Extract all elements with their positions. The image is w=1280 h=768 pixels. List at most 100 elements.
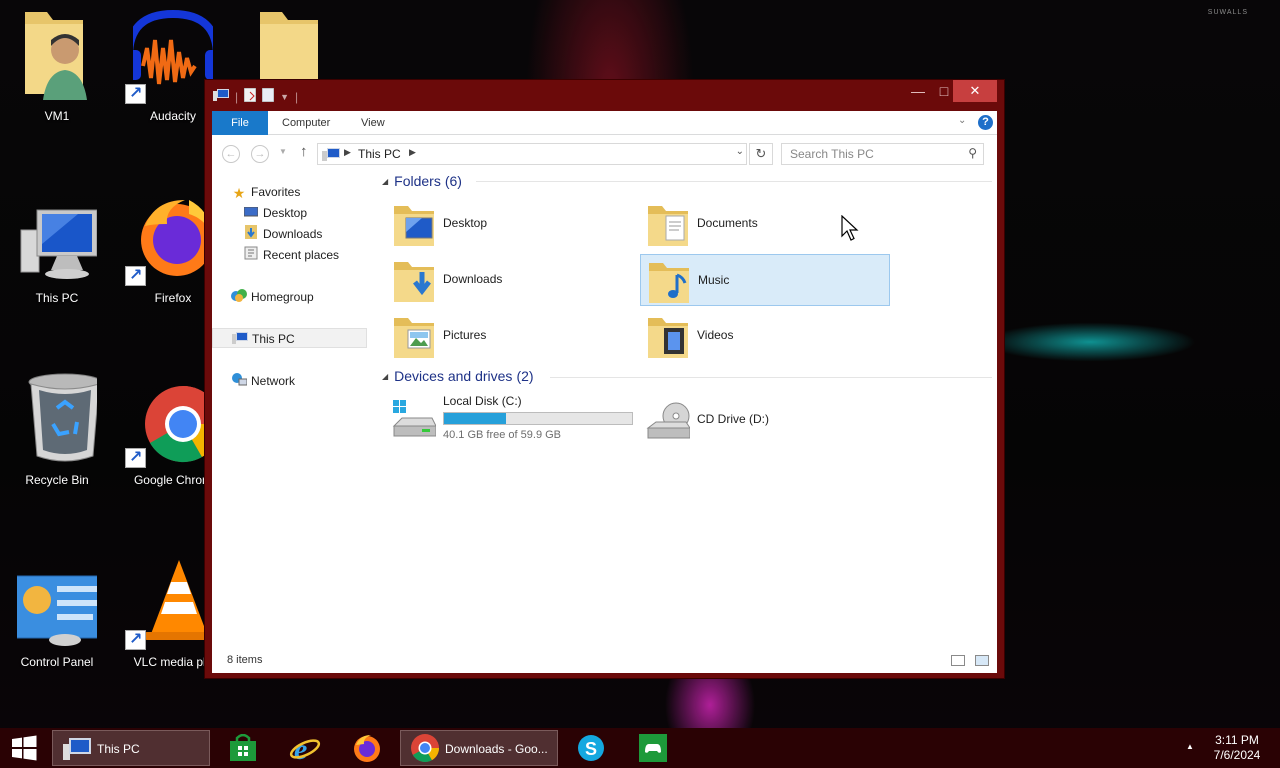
documents-folder-icon bbox=[648, 206, 688, 246]
folder-label: Documents bbox=[697, 216, 758, 230]
folder-tile-music[interactable]: Music bbox=[640, 254, 890, 306]
desktop-folder-icon bbox=[394, 206, 434, 246]
navigation-pane: ★ Favorites Desktop Downloads Recent plac… bbox=[212, 171, 372, 649]
firefox-icon bbox=[354, 735, 380, 762]
quick-access-separator: | bbox=[295, 89, 299, 104]
drive-label: Local Disk (C:) bbox=[443, 394, 522, 408]
taskbar-button-skype[interactable]: S bbox=[566, 730, 616, 766]
recent-locations-dropdown[interactable]: ▼ bbox=[279, 147, 287, 156]
svg-text:S: S bbox=[585, 739, 597, 759]
address-bar[interactable]: ▶ This PC ▶ ⌄ bbox=[317, 143, 747, 165]
nav-item-this-pc[interactable]: This PC bbox=[212, 328, 367, 348]
address-dropdown-icon[interactable]: ⌄ bbox=[736, 146, 744, 157]
refresh-button[interactable]: ↻ bbox=[749, 143, 773, 165]
group-divider bbox=[550, 377, 992, 378]
item-count: 8 items bbox=[227, 654, 263, 666]
desktop-icon-label: VM1 bbox=[44, 109, 70, 123]
properties-icon[interactable] bbox=[243, 87, 257, 105]
drive-usage-bar bbox=[443, 412, 633, 425]
address-pc-icon bbox=[322, 148, 340, 164]
search-input[interactable] bbox=[783, 145, 958, 163]
start-button[interactable] bbox=[0, 728, 48, 768]
drive-tile-cd-drive-d[interactable]: CD Drive (D:) bbox=[640, 394, 890, 446]
taskbar-button-this-pc[interactable]: This PC bbox=[52, 730, 210, 766]
folder-label: Videos bbox=[697, 328, 734, 342]
customize-dropdown-icon[interactable]: ▼ bbox=[280, 92, 289, 102]
downloads-folder-icon bbox=[394, 262, 434, 302]
desktop-icon-label: Control Panel bbox=[20, 655, 94, 669]
close-button[interactable]: ✕ bbox=[953, 80, 997, 102]
up-button[interactable]: ↑ bbox=[300, 143, 308, 160]
nav-item-favorites[interactable]: ★ Favorites bbox=[231, 182, 301, 202]
breadcrumb-chevron-icon[interactable]: ▶ bbox=[344, 147, 351, 158]
new-folder-icon[interactable] bbox=[261, 87, 275, 105]
collapse-triangle-icon[interactable]: ◢ bbox=[382, 372, 388, 381]
group-divider bbox=[476, 181, 992, 182]
nav-item-homegroup[interactable]: Homegroup bbox=[231, 287, 314, 307]
ribbon-tabs: File Computer View ⌄ ? bbox=[212, 111, 997, 135]
tab-view[interactable]: View bbox=[361, 111, 385, 135]
internet-explorer-icon: e bbox=[289, 733, 321, 764]
videos-folder-icon bbox=[648, 318, 688, 358]
shortcut-arrow-icon bbox=[125, 265, 146, 286]
taskbar-button-internet-explorer[interactable]: e bbox=[280, 730, 330, 766]
folder-label: Desktop bbox=[443, 216, 488, 230]
folders-group-header[interactable]: ◢ Folders (6) bbox=[382, 171, 462, 191]
desktop-icon-control-panel[interactable]: Control Panel bbox=[7, 546, 107, 669]
search-icon: ⚲ bbox=[968, 146, 977, 160]
desktop-icon bbox=[243, 204, 259, 224]
nav-item-recent-places[interactable]: Recent places bbox=[243, 245, 339, 265]
nav-item-network[interactable]: Network bbox=[231, 371, 295, 391]
recent-places-icon bbox=[243, 246, 259, 266]
nav-item-downloads[interactable]: Downloads bbox=[243, 224, 322, 244]
folder-tile-pictures[interactable]: Pictures bbox=[386, 310, 636, 362]
star-icon: ★ bbox=[232, 184, 246, 201]
folder-label: Downloads bbox=[443, 272, 503, 286]
taskbar-button-store[interactable] bbox=[218, 730, 268, 766]
taskbar-clock[interactable]: 3:11 PM 7/6/2024 bbox=[1200, 733, 1274, 763]
skype-icon: S bbox=[578, 735, 604, 761]
pictures-folder-icon bbox=[394, 318, 434, 358]
folder-tile-desktop[interactable]: Desktop bbox=[386, 198, 636, 250]
show-hidden-icons-button[interactable]: ▲ bbox=[1186, 742, 1194, 751]
content-pane: ◢ Folders (6) Desktop Documents Downloads … bbox=[372, 171, 997, 649]
title-bar[interactable]: | ▼ | — □ ✕ bbox=[205, 80, 1004, 110]
taskbar-button-label: This PC bbox=[97, 742, 140, 756]
xbox-icon bbox=[639, 734, 667, 762]
recycle-bin-icon bbox=[28, 373, 97, 462]
search-box[interactable]: ⚲ bbox=[781, 143, 984, 165]
large-icons-view-button[interactable] bbox=[975, 655, 989, 666]
explorer-window[interactable]: | ▼ | — □ ✕ File Computer View ⌄ ? ← → ▼… bbox=[204, 79, 1005, 679]
breadcrumb-this-pc[interactable]: This PC bbox=[358, 147, 401, 161]
taskbar-button-chrome-downloads[interactable]: Downloads - Goo... bbox=[400, 730, 558, 766]
folder-tile-videos[interactable]: Videos bbox=[640, 310, 890, 362]
back-button[interactable]: ← bbox=[222, 145, 240, 163]
tab-file[interactable]: File bbox=[212, 111, 268, 135]
downloads-icon bbox=[243, 224, 259, 245]
expand-ribbon-icon[interactable]: ⌄ bbox=[958, 115, 966, 126]
clock-date: 7/6/2024 bbox=[1213, 748, 1261, 762]
folder-label: Music bbox=[698, 273, 730, 287]
desktop-icon-recycle-bin[interactable]: Recycle Bin bbox=[7, 364, 107, 487]
wallpaper-watermark: SUWALLS bbox=[1207, 9, 1248, 16]
folder-tile-downloads[interactable]: Downloads bbox=[386, 254, 636, 306]
shortcut-arrow-icon bbox=[125, 83, 146, 104]
breadcrumb-chevron-icon[interactable]: ▶ bbox=[409, 147, 416, 158]
minimize-button[interactable]: — bbox=[905, 80, 931, 102]
taskbar-button-xbox[interactable] bbox=[628, 730, 678, 766]
forward-button[interactable]: → bbox=[251, 145, 269, 163]
taskbar-button-label: Downloads - Goo... bbox=[445, 742, 548, 756]
details-view-button[interactable] bbox=[951, 655, 965, 666]
quick-access-toolbar: | ▼ | bbox=[213, 87, 299, 105]
collapse-triangle-icon[interactable]: ◢ bbox=[382, 177, 388, 186]
taskbar: This PC e Downloads - Goo... S ▲ 3:11 PM… bbox=[0, 728, 1280, 768]
desktop-icon-vm1[interactable]: VM1 bbox=[7, 0, 107, 123]
nav-item-desktop[interactable]: Desktop bbox=[243, 203, 307, 223]
tab-computer[interactable]: Computer bbox=[282, 111, 330, 135]
desktop-icon-label: This PC bbox=[35, 291, 79, 305]
devices-group-header[interactable]: ◢ Devices and drives (2) bbox=[382, 366, 534, 386]
taskbar-button-firefox[interactable] bbox=[342, 730, 392, 766]
desktop-icon-this-pc[interactable]: This PC bbox=[7, 182, 107, 305]
drive-tile-local-disk-c[interactable]: Local Disk (C:) 40.1 GB free of 59.9 GB bbox=[386, 394, 636, 446]
help-icon[interactable]: ? bbox=[978, 115, 993, 130]
